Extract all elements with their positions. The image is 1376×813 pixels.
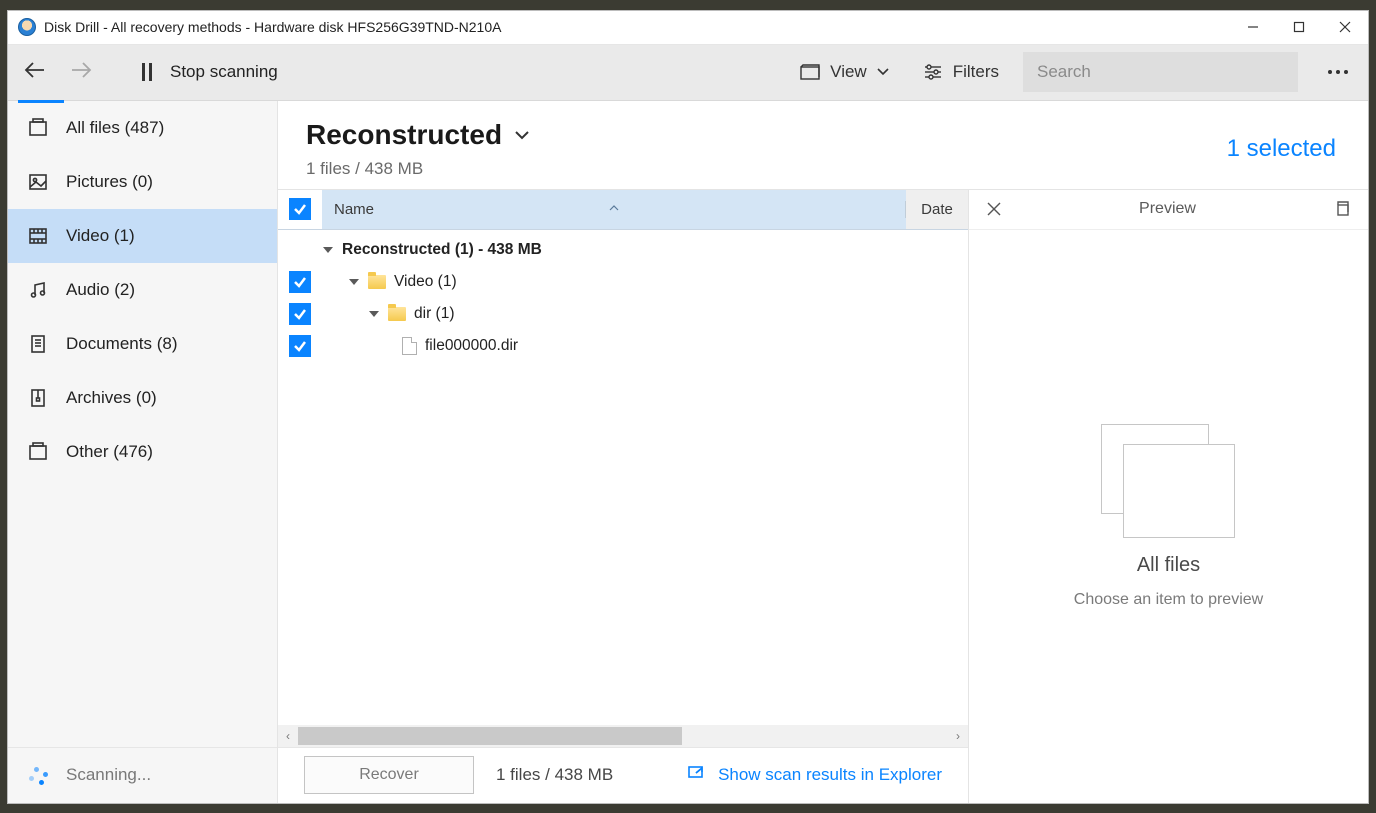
tree-group-row[interactable]: Reconstructed (1) - 438 MB	[278, 234, 968, 266]
row-checkbox[interactable]	[289, 303, 311, 325]
file-count-summary: 1 files / 438 MB	[306, 159, 530, 179]
sidebar: All files (487) Pictures (0) Video (1) A…	[8, 101, 278, 803]
maximize-button[interactable]	[1276, 10, 1322, 44]
sidebar-item-all-files[interactable]: All files (487)	[8, 101, 277, 155]
row-checkbox[interactable]	[289, 335, 311, 357]
chevron-down-icon	[514, 130, 530, 140]
preview-hint: Choose an item to preview	[1074, 591, 1263, 609]
selection-count[interactable]: 1 selected	[1227, 135, 1336, 163]
spinner-icon	[28, 764, 50, 786]
sidebar-item-label: Other (476)	[66, 442, 153, 462]
show-in-explorer-link[interactable]: Show scan results in Explorer	[688, 765, 942, 785]
view-dropdown[interactable]: View	[790, 62, 899, 82]
column-name[interactable]: Name	[322, 201, 906, 218]
show-in-explorer-label: Show scan results in Explorer	[718, 765, 942, 785]
forward-button[interactable]	[70, 61, 92, 84]
more-button[interactable]	[1318, 70, 1358, 74]
sidebar-item-video[interactable]: Video (1)	[8, 209, 277, 263]
scroll-right-button[interactable]: ›	[948, 729, 968, 743]
sidebar-item-label: Video (1)	[66, 226, 135, 246]
scan-status: Scanning...	[8, 747, 277, 803]
view-label: View	[830, 62, 867, 82]
open-external-icon	[688, 767, 706, 783]
preview-placeholder-icon	[1101, 424, 1237, 540]
stop-scanning-button[interactable]: Stop scanning	[142, 62, 278, 82]
sidebar-item-label: Audio (2)	[66, 280, 135, 300]
breadcrumb-dropdown[interactable]: Reconstructed	[306, 119, 530, 151]
stop-scanning-label: Stop scanning	[170, 62, 278, 82]
sidebar-item-documents[interactable]: Documents (8)	[8, 317, 277, 371]
window-title: Disk Drill - All recovery methods - Hard…	[44, 19, 501, 35]
back-button[interactable]	[24, 61, 46, 84]
scroll-thumb[interactable]	[298, 727, 682, 745]
search-input[interactable]	[1037, 62, 1284, 82]
chevron-down-icon	[877, 68, 889, 76]
file-tree: Reconstructed (1) - 438 MB Video (1)	[278, 230, 968, 725]
tree-group-label: Reconstructed (1) - 438 MB	[342, 241, 542, 259]
sidebar-item-archives[interactable]: Archives (0)	[8, 371, 277, 425]
sidebar-item-pictures[interactable]: Pictures (0)	[8, 155, 277, 209]
sidebar-item-label: Archives (0)	[66, 388, 157, 408]
filters-label: Filters	[953, 62, 999, 82]
close-preview-button[interactable]	[987, 202, 1001, 216]
column-date[interactable]: Date	[906, 190, 968, 229]
horizontal-scrollbar[interactable]: ‹ ›	[278, 725, 968, 747]
sidebar-item-audio[interactable]: Audio (2)	[8, 263, 277, 317]
footer-count: 1 files / 438 MB	[496, 765, 613, 785]
column-name-label: Name	[334, 201, 374, 218]
tree-folder-label: Video (1)	[394, 273, 457, 291]
scroll-left-button[interactable]: ‹	[278, 729, 298, 743]
title-bar: Disk Drill - All recovery methods - Hard…	[8, 11, 1368, 45]
main-pane: Reconstructed 1 files / 438 MB 1 selecte…	[278, 101, 1368, 803]
minimize-button[interactable]	[1230, 10, 1276, 44]
sidebar-item-label: All files (487)	[66, 118, 164, 138]
caret-down-icon[interactable]	[322, 245, 334, 255]
recover-label: Recover	[359, 766, 419, 784]
page-title: Reconstructed	[306, 119, 502, 151]
sidebar-item-label: Pictures (0)	[66, 172, 153, 192]
tree-file-row[interactable]: file000000.dir	[278, 330, 968, 362]
app-window: Disk Drill - All recovery methods - Hard…	[8, 11, 1368, 803]
active-tab-indicator	[18, 100, 64, 103]
sidebar-item-other[interactable]: Other (476)	[8, 425, 277, 479]
recover-button[interactable]: Recover	[304, 756, 474, 794]
select-all-checkbox[interactable]	[289, 198, 311, 220]
sort-asc-icon	[609, 205, 619, 211]
search-field[interactable]	[1023, 52, 1298, 92]
app-icon	[18, 18, 36, 36]
pause-icon	[142, 63, 152, 81]
toolbar: Stop scanning View Filters	[8, 45, 1368, 101]
preview-title: Preview	[1001, 200, 1334, 218]
tree-folder-label: dir (1)	[414, 305, 454, 323]
file-icon	[402, 337, 417, 355]
preview-pane: Preview All files Choose an item to prev…	[968, 190, 1368, 803]
tree-folder-row[interactable]: dir (1)	[278, 298, 968, 330]
tree-file-label: file000000.dir	[425, 337, 518, 355]
folder-icon	[368, 275, 386, 289]
folder-icon	[388, 307, 406, 321]
column-date-label: Date	[921, 201, 953, 218]
preview-label: All files	[1137, 554, 1200, 577]
sidebar-item-label: Documents (8)	[66, 334, 177, 354]
copy-icon[interactable]	[1334, 201, 1350, 217]
filters-button[interactable]: Filters	[913, 62, 1009, 82]
column-header-row: Name Date	[278, 190, 968, 230]
row-checkbox[interactable]	[289, 271, 311, 293]
scan-status-label: Scanning...	[66, 765, 151, 785]
caret-down-icon[interactable]	[348, 277, 360, 287]
caret-down-icon[interactable]	[368, 309, 380, 319]
close-button[interactable]	[1322, 10, 1368, 44]
tree-folder-row[interactable]: Video (1)	[278, 266, 968, 298]
